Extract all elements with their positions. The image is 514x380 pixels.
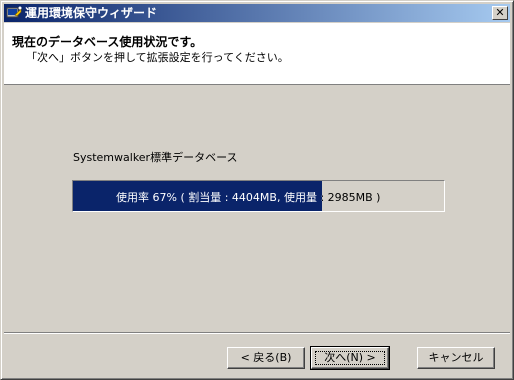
- close-icon: ✕: [495, 6, 505, 19]
- window-title: 運用環境保守ウィザード: [25, 6, 158, 20]
- usage-text-overlay: 使用率 67% ( 割当量 : 4404MB, 使用量 : 2985MB ): [116, 191, 322, 204]
- usage-progress-bar: 使用率 67% ( 割当量 : 4404MB, 使用量 : 2985MB ) 使…: [72, 180, 445, 212]
- next-button[interactable]: 次へ(N) >: [310, 346, 390, 370]
- usage-progress-fill: 使用率 67% ( 割当量 : 4404MB, 使用量 : 2985MB ): [73, 181, 322, 211]
- cancel-button[interactable]: キャンセル: [417, 347, 495, 369]
- wizard-app-icon: [6, 6, 22, 18]
- page-instruction: 「次へ」ボタンを押して拡張設定を行ってください。: [26, 51, 289, 64]
- wizard-window: 運用環境保守ウィザード ✕ 現在のデータベース使用状況です。 「次へ」ボタンを押…: [0, 0, 514, 380]
- database-name-label: Systemwalker標準データベース: [73, 151, 238, 164]
- footer-divider: [4, 332, 510, 334]
- close-button[interactable]: ✕: [492, 6, 508, 20]
- page-title: 現在のデータベース使用状況です。: [12, 35, 203, 49]
- focus-rectangle: [315, 351, 385, 365]
- title-bar[interactable]: 運用環境保守ウィザード ✕: [4, 4, 510, 22]
- wizard-header: 現在のデータベース使用状況です。 「次へ」ボタンを押して拡張設定を行ってください…: [4, 23, 510, 85]
- back-button[interactable]: < 戻る(B): [227, 347, 305, 369]
